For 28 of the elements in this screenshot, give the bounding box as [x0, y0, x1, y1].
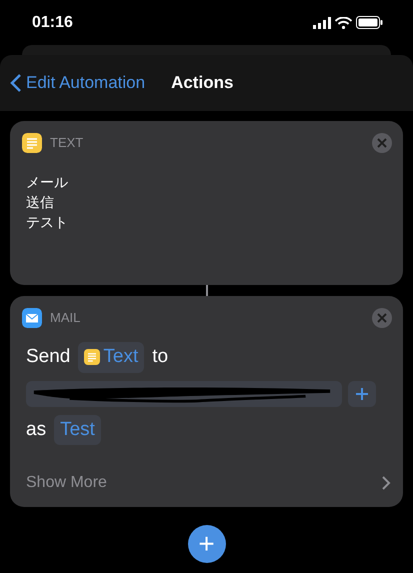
close-icon [377, 313, 387, 323]
back-chevron-icon [10, 73, 22, 93]
account-token[interactable]: Test [54, 414, 101, 445]
send-label: Send [26, 345, 70, 369]
signal-icon [313, 16, 331, 28]
note-icon [84, 349, 100, 366]
wifi-icon [335, 16, 352, 28]
mail-icon [22, 308, 42, 328]
to-label: to [152, 345, 168, 369]
add-action-button[interactable]: + [188, 525, 226, 563]
screen-title: Actions [171, 72, 234, 94]
close-icon [377, 138, 387, 148]
action-label: TEXT [50, 134, 84, 152]
variable-token[interactable]: Text [78, 342, 144, 372]
action-label: MAIL [50, 309, 80, 328]
recipient-token[interactable] [26, 380, 342, 406]
battery-icon [356, 16, 383, 29]
close-button[interactable] [372, 133, 392, 153]
note-icon [22, 133, 42, 153]
plus-icon [355, 386, 369, 400]
as-label: as [26, 418, 46, 442]
close-button[interactable] [372, 308, 392, 328]
text-content: メール 送信 テスト [26, 174, 69, 233]
status-time: 01:16 [32, 12, 73, 32]
chevron-right-icon [381, 475, 391, 491]
show-more-button[interactable]: Show More [26, 471, 395, 495]
add-recipient-button[interactable] [348, 380, 376, 406]
back-button[interactable]: Edit Automation [10, 70, 146, 96]
